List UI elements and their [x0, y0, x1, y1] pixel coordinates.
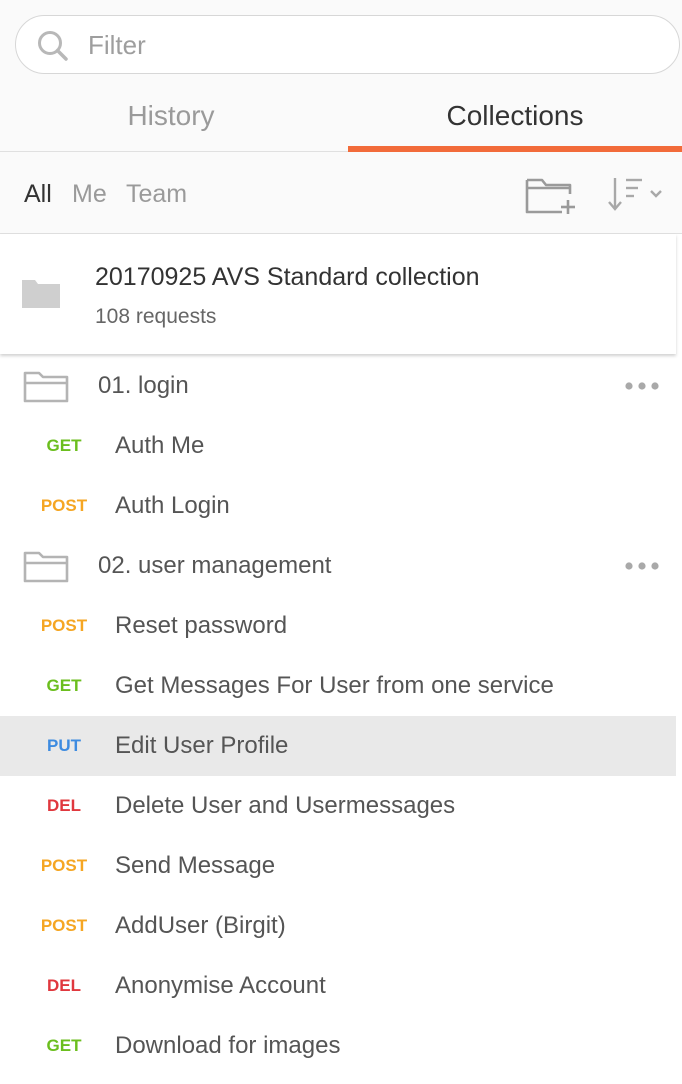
tab-history[interactable]: History — [4, 96, 338, 152]
http-method-badge: GET — [46, 676, 82, 695]
filter-tab-me[interactable]: Me — [72, 179, 107, 209]
http-method-badge: POST — [40, 616, 88, 635]
more-options-icon[interactable] — [624, 560, 660, 572]
request-row-edit-user-profile[interactable]: PUT Edit User Profile — [0, 716, 676, 776]
ownership-filter-bar: All Me Team — [0, 152, 682, 234]
folder-open-icon — [23, 371, 69, 403]
request-name: Download for images — [115, 1032, 341, 1059]
tab-collections[interactable]: Collections — [348, 96, 682, 152]
request-name: Reset password — [115, 612, 288, 639]
request-row-auth-login[interactable]: POST Auth Login — [0, 476, 676, 536]
request-row-download-for-images[interactable]: GET Download for images — [0, 1016, 676, 1076]
request-name: Delete User and Usermessages — [115, 792, 456, 819]
http-method-badge: POST — [40, 856, 88, 875]
request-row-get-messages-for-user-from-one-service[interactable]: GET Get Messages For User from one servic… — [0, 656, 676, 716]
folder-filled-icon — [22, 280, 60, 308]
request-row-adduser-birgit[interactable]: POST AddUser (Birgit) — [0, 896, 676, 956]
more-options-icon[interactable] — [624, 380, 660, 392]
http-method-badge: POST — [40, 496, 88, 515]
sort-descending-icon — [608, 178, 642, 211]
collections-sidebar: History Collections All Me Team — [0, 0, 682, 1084]
http-method-badge: GET — [46, 436, 82, 455]
filter-tab-team[interactable]: Team — [126, 179, 187, 209]
request-row-reset-password[interactable]: POST Reset password — [0, 596, 676, 656]
folder-row-02-user-management[interactable]: 02. user management — [0, 536, 676, 596]
chevron-down-icon — [650, 190, 662, 198]
request-name: Anonymise Account — [115, 972, 326, 999]
sort-button[interactable] — [606, 174, 666, 216]
new-collection-button[interactable] — [524, 174, 578, 216]
request-row-auth-me[interactable]: GET Auth Me — [0, 416, 676, 476]
request-name: Send Message — [115, 852, 276, 879]
filter-input[interactable] — [88, 24, 648, 66]
request-name: Auth Me — [115, 432, 205, 459]
request-row-delete-user-and-usermessages[interactable]: DEL Delete User and Usermessages — [0, 776, 676, 836]
folder-plus-icon — [525, 178, 575, 214]
filter-tab-all[interactable]: All — [24, 179, 52, 209]
folder-name: 02. user management — [98, 552, 332, 579]
collection-request-count: 108 requests — [95, 305, 217, 328]
sidebar-header: History Collections — [0, 0, 682, 152]
request-name: AddUser (Birgit) — [115, 912, 286, 939]
request-row-anonymise-account[interactable]: DEL Anonymise Account — [0, 956, 676, 1016]
request-row-send-message[interactable]: POST Send Message — [0, 836, 676, 896]
http-method-badge: PUT — [47, 736, 81, 755]
collection-item[interactable]: 20170925 AVS Standard collection 108 req… — [0, 234, 676, 354]
folder-name: 01. login — [98, 372, 189, 399]
http-method-badge: DEL — [47, 976, 81, 995]
folder-row-01-login[interactable]: 01. login — [0, 356, 676, 416]
folder-open-icon — [23, 551, 69, 583]
request-name: Get Messages For User from one service — [115, 672, 554, 699]
http-method-badge: GET — [46, 1036, 82, 1055]
filter-search-box[interactable] — [15, 15, 680, 74]
request-name: Auth Login — [115, 492, 230, 519]
http-method-badge: DEL — [47, 796, 81, 815]
collection-name: 20170925 AVS Standard collection — [95, 263, 480, 291]
search-icon — [38, 31, 68, 61]
request-name: Edit User Profile — [115, 732, 289, 759]
http-method-badge: POST — [40, 916, 88, 935]
